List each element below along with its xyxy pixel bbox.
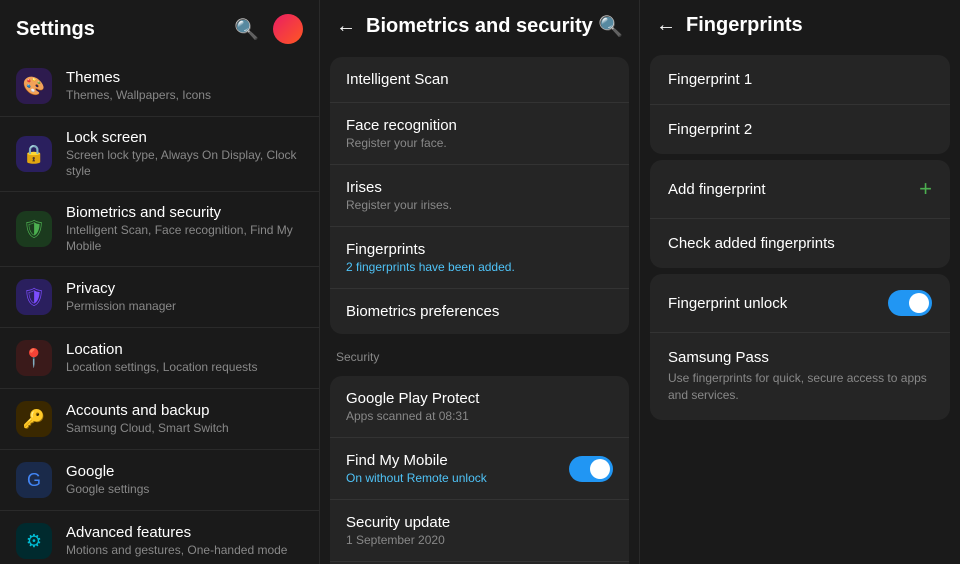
fingerprint-unlock-label: Fingerprint unlock: [668, 295, 787, 312]
fingerprint-unlock-item[interactable]: Fingerprint unlock: [650, 274, 950, 333]
security-item-subtitle-google_play_protect: Apps scanned at 08:31: [346, 409, 479, 423]
settings-item-accounts[interactable]: 🔑 Accounts and backup Samsung Cloud, Smart…: [0, 389, 319, 450]
biometrics-menu-list: Intelligent Scan Face recognition Register…: [320, 51, 639, 564]
toggle-find_my_mobile[interactable]: [569, 456, 613, 482]
privacy-title: Privacy: [66, 280, 303, 297]
menu-item-title-irises: Irises: [346, 179, 613, 196]
back-title-group: ← Biometrics and security: [336, 15, 593, 38]
settings-item-biometrics[interactable]: 🛡 Biometrics and security Intelligent Scan…: [0, 192, 319, 267]
fingerprints-back-title: ← Fingerprints: [656, 14, 803, 37]
advanced-subtitle: Motions and gestures, One-handed mode: [66, 543, 303, 559]
check-fingerprints-label: Check added fingerprints: [668, 235, 932, 252]
biometrics-title: Biometrics and security: [366, 15, 593, 38]
security-section-label: Security: [320, 340, 639, 370]
menu-item-intelligent_scan[interactable]: Intelligent Scan: [330, 57, 629, 103]
check-fingerprints-item[interactable]: Check added fingerprints: [650, 219, 950, 268]
security-item-security_update[interactable]: Security update 1 September 2020: [330, 500, 629, 562]
search-icon[interactable]: 🔍: [234, 17, 259, 42]
settings-header-icons: 🔍: [234, 14, 303, 44]
menu-item-subtitle-irises: Register your irises.: [346, 198, 613, 212]
fingerprint-list: Fingerprint 1 Fingerprint 2 Add fingerpri…: [640, 49, 960, 564]
google-icon: G: [16, 462, 52, 498]
fingerprints-back-button[interactable]: ←: [656, 14, 676, 37]
menu-item-subtitle-fingerprints: 2 fingerprints have been added.: [346, 260, 613, 274]
menu-item-fingerprints[interactable]: Fingerprints 2 fingerprints have been add…: [330, 227, 629, 289]
search-icon-middle[interactable]: 🔍: [598, 14, 623, 39]
menu-item-biometrics_preferences[interactable]: Biometrics preferences: [330, 289, 629, 334]
back-button[interactable]: ←: [336, 15, 356, 38]
google-title: Google: [66, 463, 303, 480]
themes-title: Themes: [66, 69, 303, 86]
settings-item-themes[interactable]: 🎨 Themes Themes, Wallpapers, Icons: [0, 56, 319, 117]
security-item-find_my_mobile[interactable]: Find My Mobile On without Remote unlock: [330, 438, 629, 500]
security-card: Google Play Protect Apps scanned at 08:31…: [330, 376, 629, 564]
themes-icon: 🎨: [16, 68, 52, 104]
samsung-pass-card: Fingerprint unlock Samsung Pass Use finger…: [650, 274, 950, 420]
security-item-subtitle-find_my_mobile: On without Remote unlock: [346, 471, 487, 485]
settings-item-privacy[interactable]: 🛡 Privacy Permission manager: [0, 267, 319, 328]
accounts-title: Accounts and backup: [66, 402, 303, 419]
security-item-google_play_protect[interactable]: Google Play Protect Apps scanned at 08:31: [330, 376, 629, 438]
security-item-subtitle-security_update: 1 September 2020: [346, 533, 450, 547]
advanced-icon: ⚙: [16, 523, 52, 559]
fingerprint-item-fingerprint_1[interactable]: Fingerprint 1: [650, 55, 950, 105]
fingerprints-title: Fingerprints: [686, 14, 803, 37]
fingerprint-label-fingerprint_2: Fingerprint 2: [668, 121, 932, 138]
google-subtitle: Google settings: [66, 482, 303, 498]
biometrics-subtitle: Intelligent Scan, Face recognition, Find…: [66, 223, 303, 254]
accounts-subtitle: Samsung Cloud, Smart Switch: [66, 421, 303, 437]
settings-list: 🎨 Themes Themes, Wallpapers, Icons 🔒 Lock sc…: [0, 56, 319, 564]
accounts-icon: 🔑: [16, 401, 52, 437]
menu-item-subtitle-face_recognition: Register your face.: [346, 136, 613, 150]
fingerprints-panel: ← Fingerprints Fingerprint 1Fingerprint …: [640, 0, 960, 564]
settings-item-google[interactable]: G Google Google settings: [0, 450, 319, 511]
location-title: Location: [66, 341, 303, 358]
settings-header: Settings 🔍: [0, 0, 319, 56]
menu-item-irises[interactable]: Irises Register your irises.: [330, 165, 629, 227]
advanced-title: Advanced features: [66, 524, 303, 541]
biometrics-security-panel: ← Biometrics and security 🔍 Intelligent …: [320, 0, 640, 564]
location-icon: 📍: [16, 340, 52, 376]
themes-subtitle: Themes, Wallpapers, Icons: [66, 88, 303, 104]
fingerprint-label-fingerprint_1: Fingerprint 1: [668, 71, 932, 88]
settings-panel: Settings 🔍 🎨 Themes Themes, Wallpapers, Ic…: [0, 0, 320, 564]
security-item-title-find_my_mobile: Find My Mobile: [346, 452, 487, 469]
fingerprint-item-fingerprint_2[interactable]: Fingerprint 2: [650, 105, 950, 154]
biometrics-title: Biometrics and security: [66, 204, 303, 221]
settings-item-advanced[interactable]: ⚙ Advanced features Motions and gestures, …: [0, 511, 319, 564]
fingerprint-unlock-toggle[interactable]: [888, 290, 932, 316]
samsung-pass-label: Samsung Pass: [668, 349, 932, 366]
lock_screen-icon: 🔒: [16, 136, 52, 172]
menu-item-title-intelligent_scan: Intelligent Scan: [346, 71, 613, 88]
security-item-title-security_update: Security update: [346, 514, 450, 531]
privacy-icon: 🛡: [16, 279, 52, 315]
security-item-title-google_play_protect: Google Play Protect: [346, 390, 479, 407]
biometrics-card: Intelligent Scan Face recognition Register…: [330, 57, 629, 334]
lock_screen-subtitle: Screen lock type, Always On Display, Clo…: [66, 148, 303, 179]
add-fingerprint-item[interactable]: Add fingerprint +: [650, 160, 950, 219]
fingerprints-header: ← Fingerprints: [640, 0, 960, 49]
menu-item-face_recognition[interactable]: Face recognition Register your face.: [330, 103, 629, 165]
privacy-subtitle: Permission manager: [66, 299, 303, 315]
settings-title: Settings: [16, 18, 95, 41]
settings-item-lock_screen[interactable]: 🔒 Lock screen Screen lock type, Always On …: [0, 117, 319, 192]
lock_screen-title: Lock screen: [66, 129, 303, 146]
location-subtitle: Location settings, Location requests: [66, 360, 303, 376]
menu-item-title-face_recognition: Face recognition: [346, 117, 613, 134]
samsung-pass-desc: Use fingerprints for quick, secure acces…: [668, 370, 932, 404]
avatar[interactable]: [273, 14, 303, 44]
biometrics-icon: 🛡: [16, 211, 52, 247]
fingerprint-actions-card: Add fingerprint + Check added fingerprints: [650, 160, 950, 268]
settings-item-location[interactable]: 📍 Location Location settings, Location req…: [0, 328, 319, 389]
samsung-pass-item[interactable]: Samsung Pass Use fingerprints for quick, …: [650, 333, 950, 420]
menu-item-title-biometrics_preferences: Biometrics preferences: [346, 303, 613, 320]
menu-item-title-fingerprints: Fingerprints: [346, 241, 613, 258]
biometrics-header: ← Biometrics and security 🔍: [320, 0, 639, 51]
fingerprints-card: Fingerprint 1 Fingerprint 2: [650, 55, 950, 154]
add-fingerprint-icon: +: [919, 176, 932, 202]
add-fingerprint-label: Add fingerprint: [668, 181, 766, 198]
